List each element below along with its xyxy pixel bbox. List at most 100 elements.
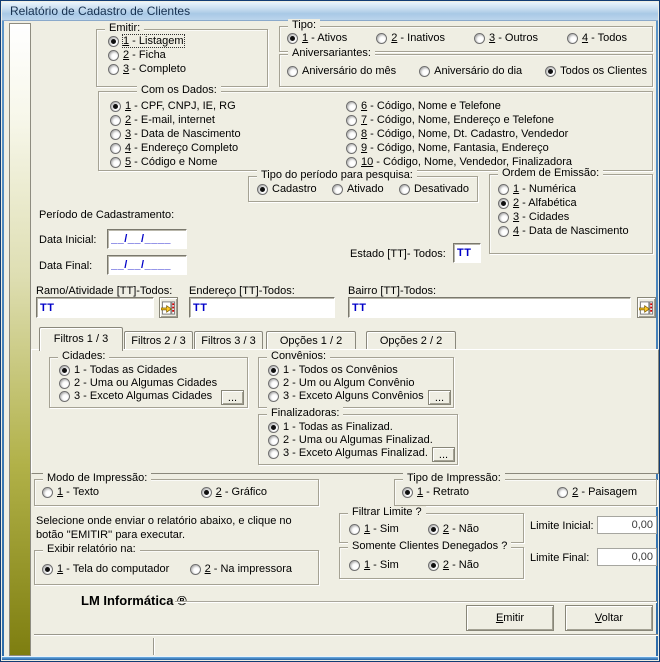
radio-option[interactable]: 2 - Na impressora	[190, 563, 292, 575]
radio-option[interactable]: 9 - Código, Nome, Fantasia, Endereço	[346, 142, 572, 154]
radio-option[interactable]: 1 - Sim	[349, 559, 399, 571]
radio-button[interactable]	[346, 115, 357, 126]
radio-button[interactable]	[42, 487, 53, 498]
radio-button[interactable]	[498, 226, 509, 237]
radio-button[interactable]	[287, 66, 298, 77]
radio-option[interactable]: 3 - Outros	[474, 32, 538, 44]
radio-button-selected[interactable]	[428, 560, 439, 571]
radio-button[interactable]	[59, 391, 70, 402]
radio-option[interactable]: 1 - Tela do computador	[42, 563, 169, 575]
radio-option[interactable]: 2 - Não	[428, 523, 479, 535]
radio-option[interactable]: 2 - Alfabética	[498, 197, 629, 209]
radio-option[interactable]: 2 - Uma ou Algumas Finalizad.	[268, 434, 433, 446]
radio-button[interactable]	[268, 378, 279, 389]
radio-button[interactable]	[349, 524, 360, 535]
voltar-button[interactable]: Voltar	[565, 605, 653, 631]
radio-option[interactable]: 3 - Exceto Alguns Convênios	[268, 390, 424, 402]
radio-button[interactable]	[557, 487, 568, 498]
radio-button[interactable]	[110, 143, 121, 154]
radio-button-selected[interactable]	[201, 487, 212, 498]
radio-button[interactable]	[399, 184, 410, 195]
radio-option[interactable]: Aniversário do mês	[287, 65, 396, 77]
radio-button[interactable]	[498, 212, 509, 223]
radio-option[interactable]: 8 - Código, Nome, Dt. Cadastro, Vendedor	[346, 128, 572, 140]
radio-option[interactable]: 1 - Sim	[349, 523, 399, 535]
data-inicial-input[interactable]	[107, 229, 187, 249]
radio-option[interactable]: 7 - Código, Nome, Endereço e Telefone	[346, 114, 572, 126]
radio-button[interactable]	[332, 184, 343, 195]
radio-button-selected[interactable]	[428, 524, 439, 535]
tab-filtros-3[interactable]: Filtros 3 / 3	[194, 331, 263, 349]
radio-button-selected[interactable]	[108, 36, 119, 47]
radio-option[interactable]: 1 - Todas as Cidades	[59, 364, 217, 376]
emitir-button[interactable]: Emitir	[466, 605, 554, 631]
data-final-input[interactable]	[107, 255, 187, 275]
radio-button[interactable]	[108, 50, 119, 61]
ramo-input[interactable]	[36, 297, 154, 318]
limite-final-input[interactable]	[597, 548, 657, 566]
radio-button[interactable]	[349, 560, 360, 571]
tab-filtros-1[interactable]: Filtros 1 / 3	[39, 327, 123, 351]
radio-button-selected[interactable]	[42, 564, 53, 575]
radio-button[interactable]	[110, 115, 121, 126]
radio-button-selected[interactable]	[498, 198, 509, 209]
radio-button[interactable]	[346, 129, 357, 140]
radio-button[interactable]	[190, 564, 201, 575]
radio-button-selected[interactable]	[287, 33, 298, 44]
radio-option[interactable]: 2 - Paisagem	[557, 486, 637, 498]
tab-opcoes-2[interactable]: Opções 2 / 2	[366, 331, 456, 349]
tab-opcoes-1[interactable]: Opções 1 / 2	[266, 331, 356, 349]
radio-option[interactable]: 1 - CPF, CNPJ, IE, RG	[110, 100, 241, 112]
radio-option[interactable]: 1 - Retrato	[402, 486, 469, 498]
convenios-more-button[interactable]: ...	[428, 390, 451, 405]
radio-option[interactable]: 2 - Não	[428, 559, 479, 571]
radio-option[interactable]: 2 - Gráfico	[201, 486, 267, 498]
radio-option[interactable]: 1 - Listagem	[108, 35, 186, 47]
radio-button[interactable]	[346, 101, 357, 112]
radio-option[interactable]: Aniversário do dia	[419, 65, 522, 77]
radio-button[interactable]	[567, 33, 578, 44]
title-bar[interactable]: Relatório de Cadastro de Clientes	[2, 2, 658, 21]
radio-option[interactable]: Cadastro	[257, 183, 317, 195]
radio-option[interactable]: 1 - Texto	[42, 486, 99, 498]
radio-button-selected[interactable]	[268, 422, 279, 433]
radio-button-selected[interactable]	[545, 66, 556, 77]
radio-option[interactable]: 3 - Cidades	[498, 211, 629, 223]
radio-button[interactable]	[498, 184, 509, 195]
radio-option[interactable]: 4 - Endereço Completo	[110, 142, 241, 154]
radio-button-selected[interactable]	[268, 365, 279, 376]
radio-option[interactable]: Ativado	[332, 183, 384, 195]
radio-button[interactable]	[268, 435, 279, 446]
radio-option[interactable]: 2 - Ficha	[108, 49, 186, 61]
bairro-lookup-button[interactable]	[637, 297, 656, 318]
endereco-input[interactable]	[189, 297, 335, 318]
radio-option[interactable]: 5 - Código e Nome	[110, 156, 241, 168]
radio-option[interactable]: 4 - Data de Nascimento	[498, 225, 629, 237]
cidades-more-button[interactable]: ...	[221, 390, 244, 405]
radio-option[interactable]: Todos os Clientes	[545, 65, 647, 77]
radio-option[interactable]: 4 - Todos	[567, 32, 627, 44]
bairro-input[interactable]	[348, 297, 631, 318]
radio-button[interactable]	[108, 64, 119, 75]
radio-option[interactable]: 1 - Numérica	[498, 183, 629, 195]
radio-option[interactable]: 1 - Todos os Convênios	[268, 364, 424, 376]
radio-option[interactable]: Desativado	[399, 183, 469, 195]
radio-button[interactable]	[110, 157, 121, 168]
radio-button[interactable]	[110, 129, 121, 140]
radio-option[interactable]: 2 - Um ou Algum Convênio	[268, 377, 424, 389]
radio-button[interactable]	[376, 33, 387, 44]
finalizadoras-more-button[interactable]: ...	[432, 447, 455, 462]
radio-option[interactable]: 3 - Data de Nascimento	[110, 128, 241, 140]
radio-option[interactable]: 2 - Inativos	[376, 32, 445, 44]
radio-option[interactable]: 2 - Uma ou Algumas Cidades	[59, 377, 217, 389]
radio-option[interactable]: 3 - Exceto Algumas Cidades	[59, 390, 217, 402]
tab-filtros-2[interactable]: Filtros 2 / 3	[124, 331, 193, 349]
radio-button-selected[interactable]	[110, 101, 121, 112]
radio-option[interactable]: 3 - Exceto Algumas Finalizad.	[268, 447, 433, 459]
limite-inicial-input[interactable]	[597, 516, 657, 534]
radio-option[interactable]: 3 - Completo	[108, 63, 186, 75]
radio-option[interactable]: 2 - E-mail, internet	[110, 114, 241, 126]
radio-button[interactable]	[346, 157, 357, 168]
radio-button[interactable]	[419, 66, 430, 77]
radio-button[interactable]	[268, 448, 279, 459]
